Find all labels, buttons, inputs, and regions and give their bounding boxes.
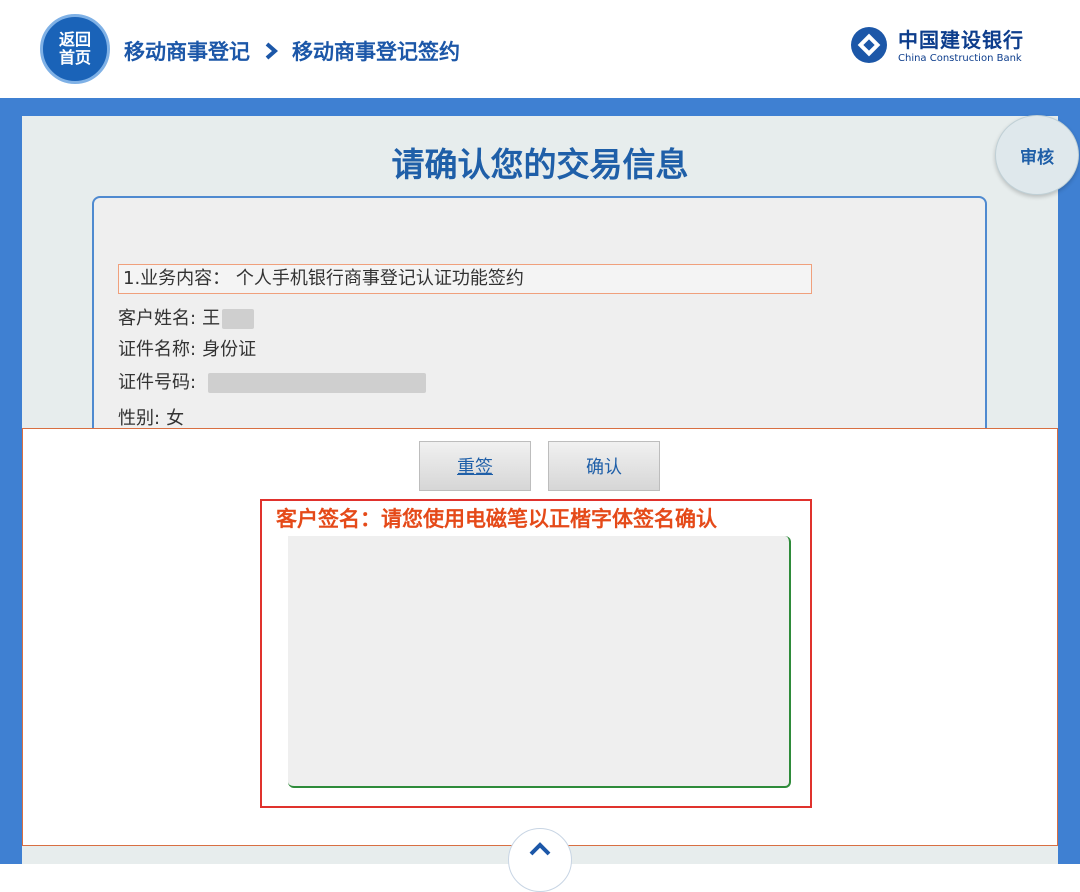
bank-logo: 中国建设银行 China Construction Bank: [850, 26, 1024, 68]
breadcrumb-item-1[interactable]: 移动商事登记: [124, 36, 250, 66]
bank-name-en: China Construction Bank: [898, 53, 1022, 64]
breadcrumb-item-2: 移动商事登记签约: [292, 40, 460, 64]
signature-instruction: 客户签名：请您使用电磁笔以正楷字体签名确认: [276, 507, 717, 531]
home-button[interactable]: 返回 首页: [40, 14, 110, 84]
id-type-value: 身份证: [202, 339, 257, 360]
home-label-line1: 返回: [58, 30, 91, 49]
resign-label: 重签: [457, 457, 493, 478]
bank-name-cn: 中国建设银行: [898, 28, 1024, 52]
chevron-right-icon: [264, 42, 278, 60]
business-content-row: 1.业务内容： 个人手机银行商事登记认证功能签约: [118, 264, 812, 294]
confirm-button[interactable]: 确认: [548, 441, 660, 491]
customer-name-row: 客户姓名: 王: [118, 305, 255, 333]
redacted-name: [222, 309, 255, 329]
id-number-label: 证件号码:: [118, 372, 197, 393]
id-type-label: 证件名称:: [118, 339, 197, 360]
redacted-id-number: [208, 373, 427, 393]
business-value: 个人手机银行商事登记认证功能签约: [235, 268, 524, 289]
id-type-row: 证件名称: 身份证: [118, 336, 256, 364]
business-label: 1.业务内容：: [123, 268, 231, 289]
page-title: 请确认您的交易信息: [391, 145, 689, 184]
signature-canvas[interactable]: [288, 536, 791, 788]
chevron-up-icon: [529, 841, 551, 891]
customer-name-value: 王: [202, 308, 221, 329]
customer-name-label: 客户姓名:: [118, 308, 197, 329]
home-label-line2: 首页: [58, 48, 91, 67]
header: 返回 首页 移动商事登记 移动商事登记签约 中国建设银行 China Const…: [0, 0, 1080, 98]
resign-button[interactable]: 重签: [419, 441, 531, 491]
id-number-row: 证件号码:: [118, 369, 427, 397]
breadcrumb: 移动商事登记 移动商事登记签约: [124, 34, 460, 68]
expand-button[interactable]: [508, 828, 572, 892]
ccb-logo-icon: [850, 26, 888, 68]
audit-button[interactable]: 审核: [995, 115, 1079, 195]
